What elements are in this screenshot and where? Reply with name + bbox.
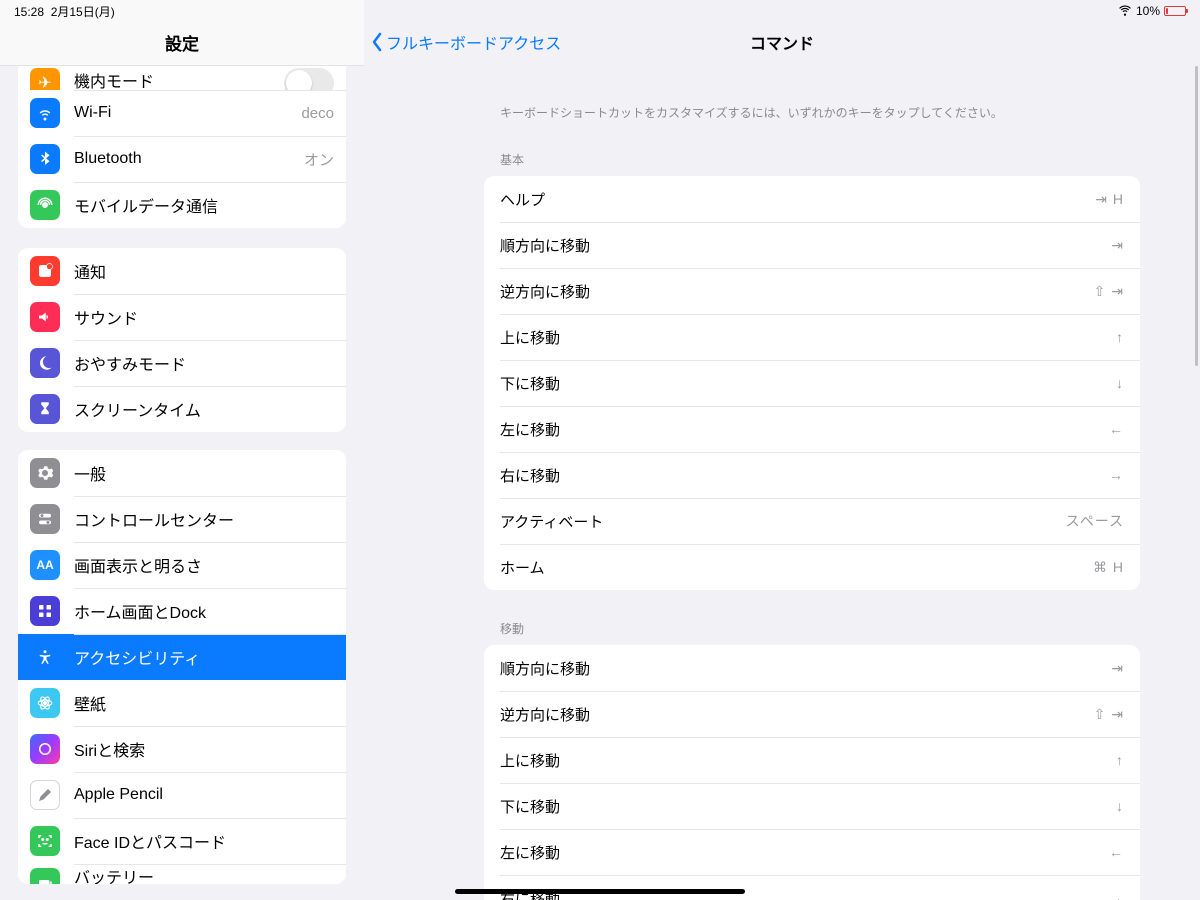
sidebar-item-screentime[interactable]: スクリーンタイム xyxy=(18,386,346,432)
accessibility-icon xyxy=(30,642,60,672)
sidebar-item-dnd[interactable]: おやすみモード xyxy=(18,340,346,386)
group-move: 順方向に移動⇥ 逆方向に移動⇧ ⇥ 上に移動↑ 下に移動↓ 左に移動← 右に移動… xyxy=(484,645,1140,900)
sidebar-item-faceid[interactable]: Face IDとパスコード xyxy=(18,818,346,864)
section-label-move: 移動 xyxy=(500,620,1140,637)
sidebar-scroll[interactable]: ✈ 機内モード Wi-Fi deco Bluetooth オン モバイルデータ通… xyxy=(0,66,364,900)
wifi-icon xyxy=(1118,3,1132,20)
settings-sidebar: 設定 ✈ 機内モード Wi-Fi deco Bluetooth オン xyxy=(0,0,364,900)
status-time-date: 15:28 2月15日(月) xyxy=(14,3,115,20)
pencil-icon xyxy=(30,780,60,810)
display-icon: AA xyxy=(30,550,60,580)
row-up[interactable]: 上に移動↑ xyxy=(484,314,1140,360)
row-move-down[interactable]: 下に移動↓ xyxy=(484,783,1140,829)
sidebar-item-siri[interactable]: Siriと検索 xyxy=(18,726,346,772)
row-home[interactable]: ホーム⌘ H xyxy=(484,544,1140,590)
faceid-icon xyxy=(30,826,60,856)
wifi-settings-icon xyxy=(30,98,60,128)
sidebar-item-home-dock[interactable]: ホーム画面とDock xyxy=(18,588,346,634)
row-forward[interactable]: 順方向に移動⇥ xyxy=(484,222,1140,268)
row-move-left[interactable]: 左に移動← xyxy=(484,829,1140,875)
sounds-icon xyxy=(30,302,60,332)
sidebar-group-connectivity: ✈ 機内モード Wi-Fi deco Bluetooth オン モバイルデータ通… xyxy=(18,66,346,228)
battery-pct: 10% xyxy=(1136,4,1160,18)
row-help[interactable]: ヘルプ⇥ H xyxy=(484,176,1140,222)
back-button[interactable]: フルキーボードアクセス xyxy=(370,30,561,54)
sidebar-item-battery[interactable]: バッテリー xyxy=(18,864,346,884)
sidebar-item-cellular[interactable]: モバイルデータ通信 xyxy=(18,182,346,228)
bluetooth-value: オン xyxy=(304,149,334,170)
sidebar-item-pencil[interactable]: Apple Pencil xyxy=(18,772,346,818)
sidebar-item-airplane[interactable]: ✈ 機内モード xyxy=(18,66,346,90)
moon-icon xyxy=(30,348,60,378)
chevron-left-icon xyxy=(370,31,384,53)
bluetooth-icon xyxy=(30,144,60,174)
switches-icon xyxy=(30,504,60,534)
gear-icon xyxy=(30,458,60,488)
cellular-icon xyxy=(30,190,60,220)
group-basic: ヘルプ⇥ H 順方向に移動⇥ 逆方向に移動⇧ ⇥ 上に移動↑ 下に移動↓ 左に移… xyxy=(484,176,1140,590)
section-label-basic: 基本 xyxy=(500,151,1140,168)
airplane-toggle[interactable] xyxy=(284,68,334,90)
sidebar-item-control-center[interactable]: コントロールセンター xyxy=(18,496,346,542)
row-move-forward[interactable]: 順方向に移動⇥ xyxy=(484,645,1140,691)
status-right: 10% xyxy=(1118,3,1186,20)
row-right[interactable]: 右に移動→ xyxy=(484,452,1140,498)
status-bar: 15:28 2月15日(月) 10% xyxy=(0,0,1200,22)
hourglass-icon xyxy=(30,394,60,424)
row-left[interactable]: 左に移動← xyxy=(484,406,1140,452)
detail-about: キーボードショートカットをカスタマイズするには、いずれかのキーをタップしてくださ… xyxy=(500,104,1140,121)
sidebar-item-bluetooth[interactable]: Bluetooth オン xyxy=(18,136,346,182)
row-move-up[interactable]: 上に移動↑ xyxy=(484,737,1140,783)
sidebar-item-sounds[interactable]: サウンド xyxy=(18,294,346,340)
airplane-icon: ✈ xyxy=(30,68,60,90)
homegrid-icon xyxy=(30,596,60,626)
back-label: フルキーボードアクセス xyxy=(386,30,561,54)
detail-scroll[interactable]: キーボードショートカットをカスタマイズするには、いずれかのキーをタップしてくださ… xyxy=(364,66,1200,900)
row-move-backward[interactable]: 逆方向に移動⇧ ⇥ xyxy=(484,691,1140,737)
battery-icon xyxy=(1164,6,1186,16)
scroll-indicator[interactable] xyxy=(1195,66,1198,366)
sidebar-group-notifications: 通知 サウンド おやすみモード スクリーンタイム xyxy=(18,248,346,432)
row-activate[interactable]: アクティベートスペース xyxy=(484,498,1140,544)
sidebar-item-notifications[interactable]: 通知 xyxy=(18,248,346,294)
sidebar-item-accessibility[interactable]: アクセシビリティ xyxy=(18,634,346,680)
sidebar-title: 設定 xyxy=(165,30,199,55)
sidebar-group-general: 一般 コントロールセンター AA 画面表示と明るさ ホーム画面とDock アクセ… xyxy=(18,450,346,884)
row-down[interactable]: 下に移動↓ xyxy=(484,360,1140,406)
row-backward[interactable]: 逆方向に移動⇧ ⇥ xyxy=(484,268,1140,314)
wallpaper-icon xyxy=(30,688,60,718)
row-move-right[interactable]: 右に移動→ xyxy=(484,875,1140,900)
sidebar-item-wifi[interactable]: Wi-Fi deco xyxy=(18,90,346,136)
home-indicator[interactable] xyxy=(455,889,745,894)
detail-pane: フルキーボードアクセス コマンド キーボードショートカットをカスタマイズするには… xyxy=(364,0,1200,900)
sidebar-item-wallpaper[interactable]: 壁紙 xyxy=(18,680,346,726)
sidebar-item-display[interactable]: AA 画面表示と明るさ xyxy=(18,542,346,588)
notifications-icon xyxy=(30,256,60,286)
siri-icon xyxy=(30,734,60,764)
battery-settings-icon xyxy=(30,868,60,884)
wifi-value: deco xyxy=(301,105,334,122)
sidebar-item-general[interactable]: 一般 xyxy=(18,450,346,496)
